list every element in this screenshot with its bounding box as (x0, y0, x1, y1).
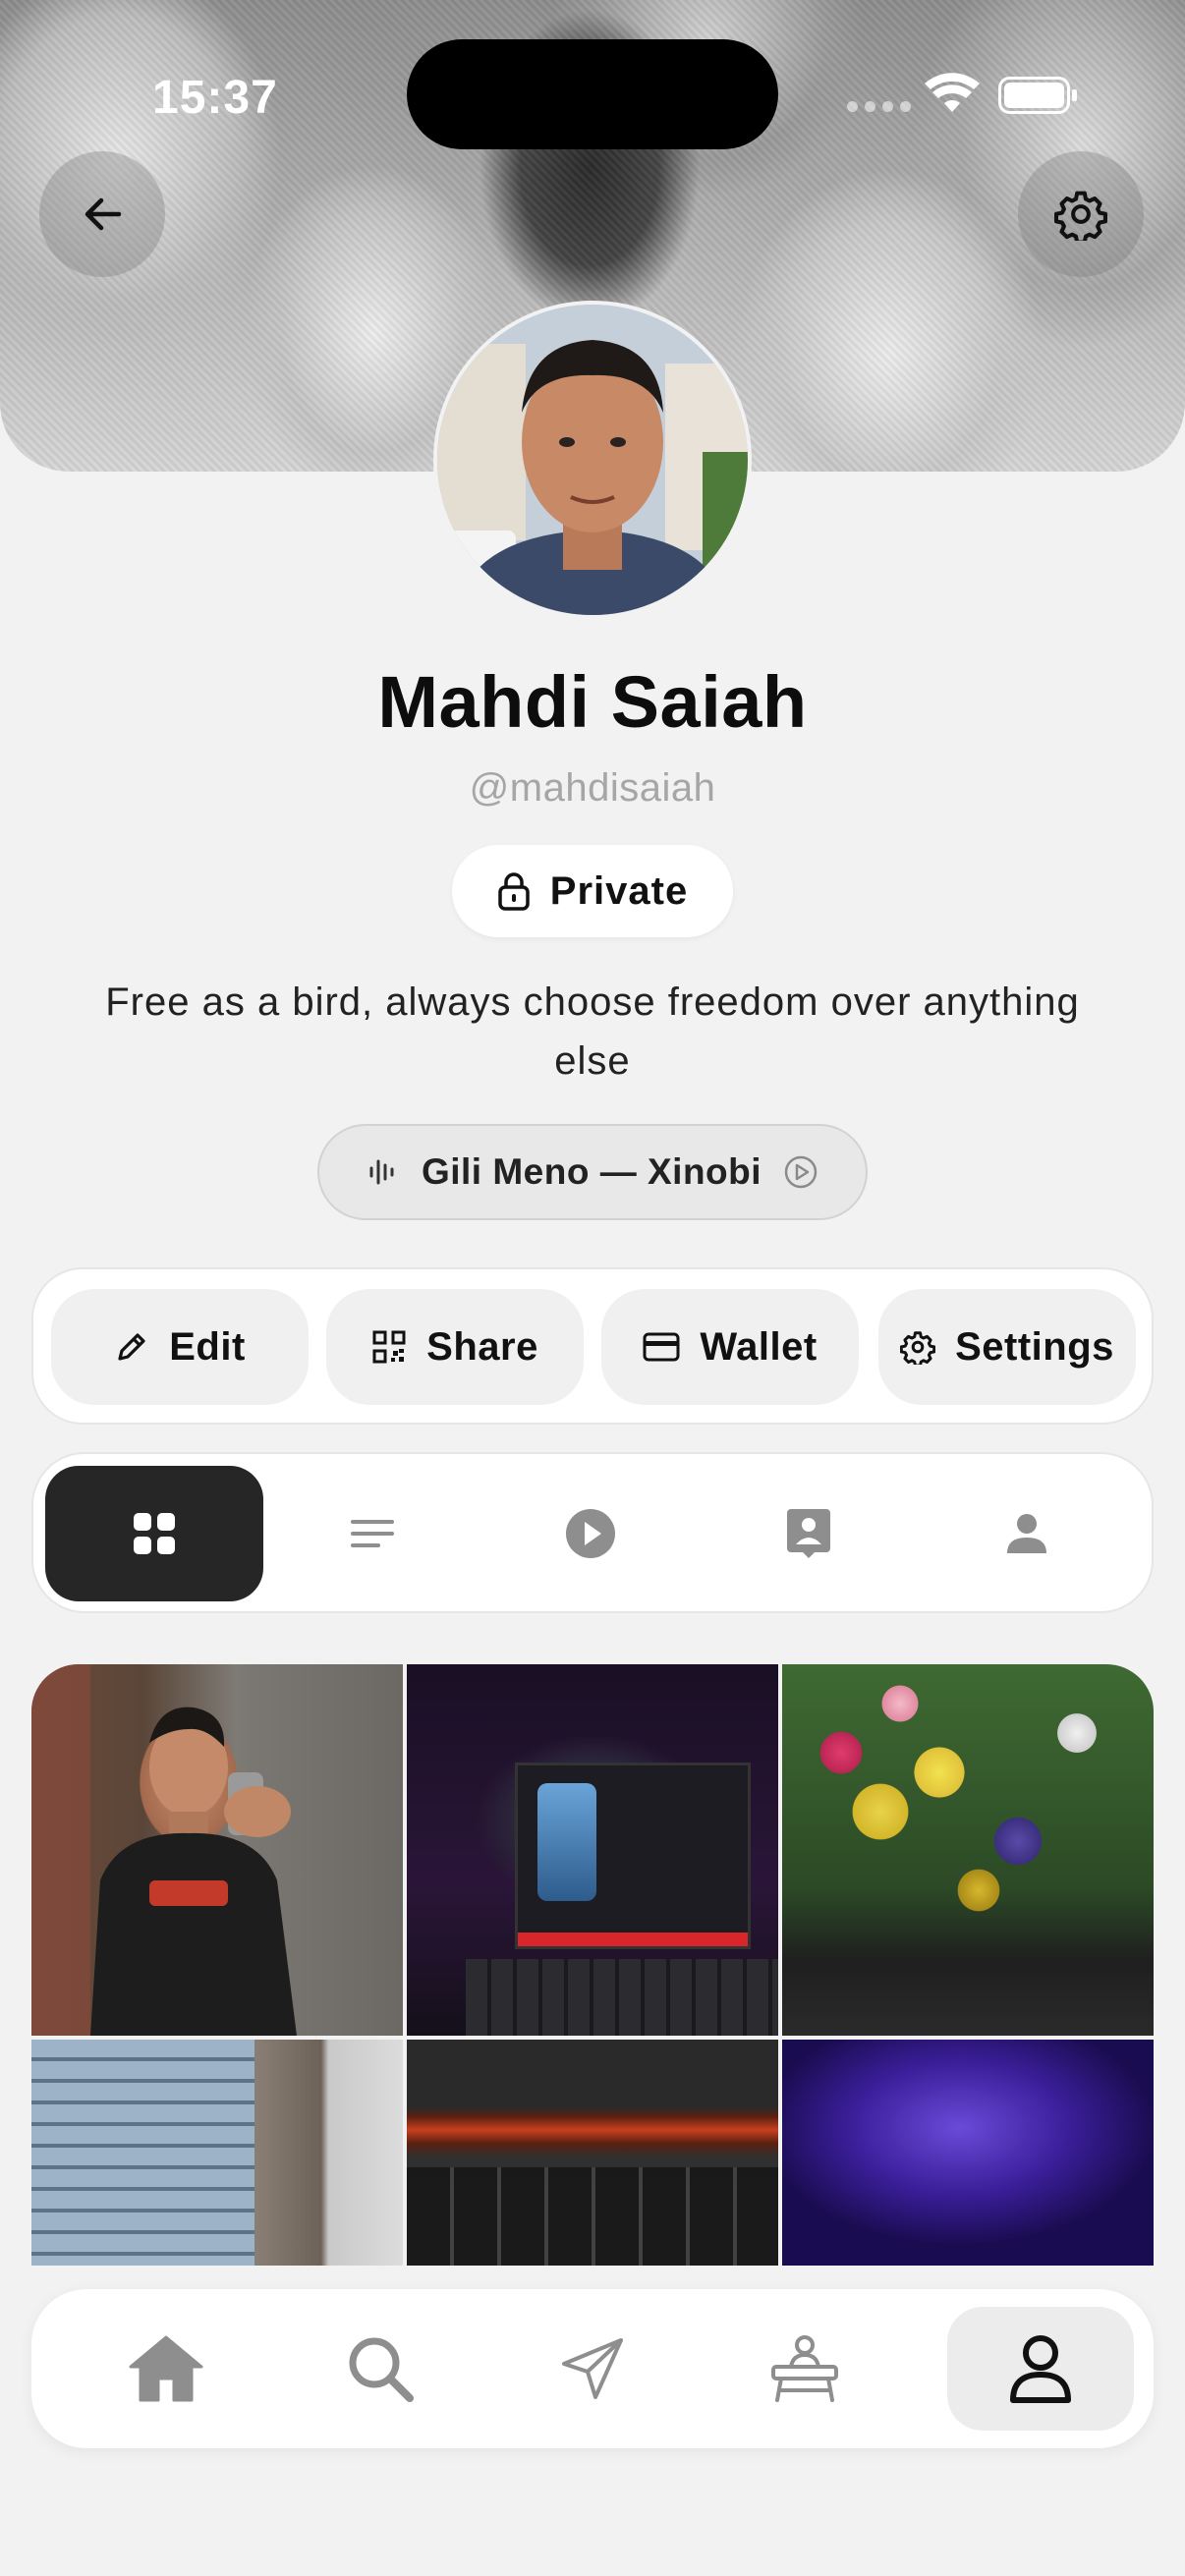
lock-icon (498, 872, 530, 911)
dynamic-island (407, 39, 778, 149)
content-tabs (31, 1452, 1154, 1613)
nav-workspace[interactable] (711, 2307, 898, 2431)
search-icon (349, 2337, 414, 2402)
nav-home[interactable] (73, 2307, 259, 2431)
battery-icon (998, 77, 1077, 114)
settings-button[interactable]: Settings (878, 1289, 1136, 1405)
profile-handle: @mahdisaiah (469, 766, 716, 810)
privacy-label: Private (549, 868, 689, 913)
avatar-photo (437, 305, 748, 615)
settings-gear-button[interactable] (1018, 151, 1144, 277)
grid-photo-flowers[interactable] (782, 1664, 1154, 2036)
photo-grid (31, 1664, 1154, 2266)
wallet-button[interactable]: Wallet (601, 1289, 859, 1405)
tab-text[interactable] (263, 1466, 481, 1601)
gear-icon (1054, 191, 1107, 241)
tab-tagged[interactable] (918, 1466, 1136, 1601)
nav-search[interactable] (287, 2307, 474, 2431)
nav-messages[interactable] (499, 2307, 686, 2431)
desk-icon (771, 2335, 838, 2402)
status-time: 15:37 (152, 72, 278, 124)
grid-photo-keyboard[interactable] (407, 2040, 778, 2266)
send-icon (562, 2338, 623, 2399)
edit-button[interactable]: Edit (51, 1289, 309, 1405)
play-circle-icon (566, 1509, 615, 1558)
home-icon (129, 2335, 203, 2402)
grid-photo-purple-light[interactable] (782, 2040, 1154, 2266)
grid-icon (134, 1513, 175, 1554)
profile-bio: Free as a bird, always choose freedom ov… (105, 980, 1080, 1083)
music-label: Gili Meno — Xinobi (421, 1151, 762, 1192)
cellular-signal-icon (847, 101, 911, 112)
grid-photo-selfie[interactable] (31, 1664, 403, 2036)
profile-actions: Edit Share Wallet Settings (31, 1267, 1154, 1425)
audio-wave-icon (369, 1159, 394, 1185)
edit-label: Edit (169, 1324, 246, 1369)
grid-photo-building[interactable] (31, 2040, 403, 2266)
settings-label: Settings (955, 1324, 1114, 1369)
profile-music[interactable]: Gili Meno — Xinobi (317, 1124, 868, 1220)
lines-icon (351, 1520, 394, 1547)
arrow-left-icon (85, 197, 122, 231)
profile-name: Mahdi Saiah (377, 661, 808, 743)
pencil-icon (118, 1333, 145, 1361)
tab-contacts[interactable] (700, 1466, 918, 1601)
wallet-label: Wallet (700, 1324, 818, 1369)
selfie-photo (31, 1664, 403, 2036)
bottom-navigation (31, 2289, 1154, 2448)
wifi-icon (925, 73, 980, 112)
nav-profile[interactable] (947, 2307, 1134, 2431)
play-circle-icon (784, 1155, 818, 1189)
credit-card-icon (643, 1332, 680, 1362)
share-label: Share (426, 1324, 538, 1369)
grid-photo-laptop[interactable] (407, 1664, 778, 2036)
back-button[interactable] (39, 151, 165, 277)
user-icon (1010, 2335, 1071, 2403)
privacy-badge[interactable]: Private (452, 845, 733, 937)
contact-card-icon (787, 1509, 830, 1558)
gear-icon (900, 1331, 936, 1365)
tab-grid[interactable] (45, 1466, 263, 1601)
person-icon (1007, 1514, 1046, 1553)
avatar[interactable] (433, 301, 752, 619)
qr-code-icon (372, 1330, 406, 1364)
tab-video[interactable] (481, 1466, 700, 1601)
share-button[interactable]: Share (326, 1289, 584, 1405)
